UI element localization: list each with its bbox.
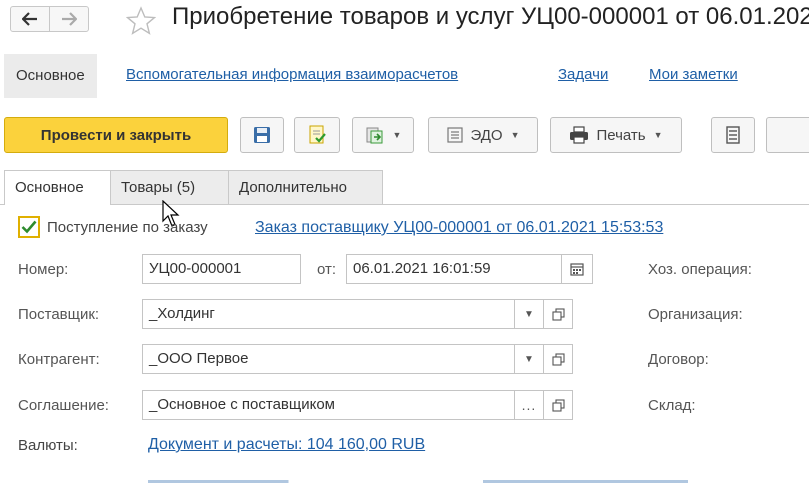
- back-button[interactable]: [10, 6, 50, 32]
- post-document-icon: [309, 125, 326, 144]
- list-icon: [726, 126, 740, 144]
- currency-label: Валюты:: [18, 437, 78, 454]
- window-title: Приобретение товаров и услуг УЦ00-000001…: [172, 3, 809, 30]
- star-icon: [125, 6, 157, 35]
- counterparty-open-button[interactable]: [543, 344, 573, 374]
- arrow-left-icon: [22, 12, 37, 26]
- open-icon: [551, 352, 565, 366]
- chevron-down-icon: ▼: [510, 130, 520, 140]
- check-icon: [21, 220, 37, 234]
- favorite-button[interactable]: [125, 6, 157, 41]
- by-order-label: Поступление по заказу: [47, 219, 208, 236]
- form-nav-panel: Основное Вспомогательная информация взаи…: [0, 54, 809, 98]
- agreement-open-button[interactable]: [543, 390, 573, 420]
- floppy-disk-icon: [254, 127, 270, 143]
- post-and-close-button[interactable]: Провести и закрыть: [4, 117, 228, 153]
- tab-additional[interactable]: Дополнительно: [228, 170, 383, 204]
- calendar-icon: [570, 263, 584, 276]
- printer-icon: [570, 126, 589, 144]
- open-icon: [551, 307, 565, 321]
- warehouse-label: Склад:: [648, 397, 696, 414]
- supplier-field[interactable]: _Холдинг: [142, 299, 515, 329]
- order-link[interactable]: Заказ поставщику УЦ00-000001 от 06.01.20…: [255, 219, 663, 237]
- save-button[interactable]: [240, 117, 284, 153]
- open-icon: [551, 398, 565, 412]
- tabs-divider: [0, 204, 809, 205]
- counterparty-label: Контрагент:: [18, 351, 100, 368]
- number-field[interactable]: УЦ00-000001: [142, 254, 301, 284]
- ellipsis-icon: ...: [521, 397, 537, 413]
- nav-link-main[interactable]: Основное: [4, 54, 97, 98]
- supplier-label: Поставщик:: [18, 306, 100, 323]
- nav-link-settlements-info[interactable]: Вспомогательная информация взаиморасчето…: [126, 66, 458, 83]
- cut-off-row: [148, 474, 688, 484]
- counterparty-dropdown-button[interactable]: ▼: [514, 344, 544, 374]
- nav-link-tasks[interactable]: Задачи: [558, 66, 608, 83]
- calendar-button[interactable]: [561, 254, 593, 284]
- supplier-open-button[interactable]: [543, 299, 573, 329]
- list-button[interactable]: [711, 117, 755, 153]
- tab-main[interactable]: Основное: [4, 170, 111, 205]
- chevron-down-icon: ▼: [524, 353, 534, 365]
- edo-icon: [447, 127, 464, 143]
- post-button[interactable]: [294, 117, 340, 153]
- more-button[interactable]: [766, 117, 809, 153]
- supplier-dropdown-button[interactable]: ▼: [514, 299, 544, 329]
- agreement-label: Соглашение:: [18, 397, 109, 414]
- edo-button-label: ЭДО: [470, 126, 503, 144]
- tab-goods[interactable]: Товары (5): [110, 170, 229, 204]
- edo-button[interactable]: ЭДО ▼: [428, 117, 538, 153]
- forward-button[interactable]: [49, 6, 89, 32]
- chevron-down-icon: ▼: [524, 308, 534, 320]
- chevron-down-icon: ▼: [653, 130, 663, 140]
- create-based-on-icon: [366, 127, 383, 144]
- date-field[interactable]: 06.01.2021 16:01:59: [346, 254, 562, 284]
- counterparty-field[interactable]: _ООО Первое: [142, 344, 515, 374]
- chevron-down-icon: ▼: [392, 130, 402, 140]
- date-label: от:: [317, 261, 337, 278]
- contract-label: Договор:: [648, 351, 709, 368]
- arrow-right-icon: [62, 12, 77, 26]
- organization-label: Организация:: [648, 306, 743, 323]
- operation-label: Хоз. операция:: [648, 261, 752, 278]
- nav-link-my-notes[interactable]: Мои заметки: [649, 66, 738, 83]
- by-order-checkbox[interactable]: [18, 216, 40, 238]
- currency-link[interactable]: Документ и расчеты: 104 160,00 RUB: [148, 436, 425, 454]
- number-label: Номер:: [18, 261, 69, 278]
- print-button[interactable]: Печать ▼: [550, 117, 682, 153]
- create-based-on-button[interactable]: ▼: [352, 117, 414, 153]
- print-button-label: Печать: [596, 126, 646, 144]
- agreement-field[interactable]: _Основное с поставщиком: [142, 390, 515, 420]
- agreement-select-button[interactable]: ...: [514, 390, 544, 420]
